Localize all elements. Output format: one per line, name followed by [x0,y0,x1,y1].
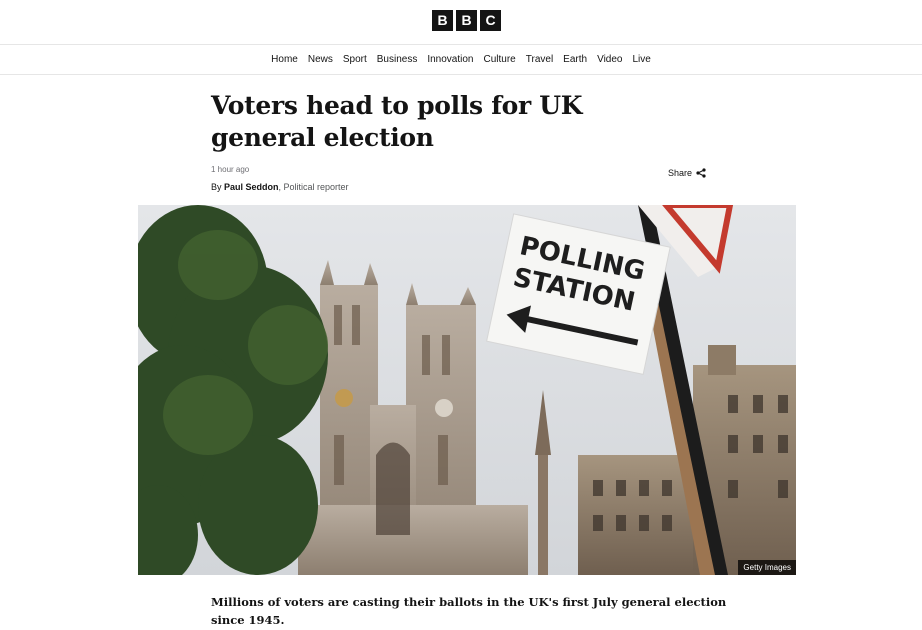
nav-item-video[interactable]: Video [596,54,623,65]
image-credit: Getty Images [738,560,796,575]
share-button[interactable]: Share [668,168,706,178]
nav-item-culture[interactable]: Culture [483,54,517,65]
article-timestamp: 1 hour ago [211,165,250,174]
nav-item-news[interactable]: News [307,54,334,65]
logo-letter-c: C [480,10,501,31]
nav-item-earth[interactable]: Earth [562,54,588,65]
nav-item-sport[interactable]: Sport [342,54,368,65]
nav-item-innovation[interactable]: Innovation [426,54,474,65]
bbc-logo[interactable]: B B C [432,10,501,31]
article-summary: Millions of voters are casting their bal… [211,595,727,627]
author-name[interactable]: Paul Seddon [224,182,279,192]
share-icon [696,168,706,178]
article-headline: Voters head to polls for UK general elec… [211,91,583,152]
byline-prefix: By [211,182,225,192]
nav-item-live[interactable]: Live [631,54,651,65]
polling-station-photo: POLLING STATION [138,205,796,575]
nav-item-travel[interactable]: Travel [525,54,554,65]
logo-letter-b1: B [432,10,453,31]
author-role: , Political reporter [278,182,349,192]
logo-letter-b2: B [456,10,477,31]
hero-image: POLLING STATION Getty Images [138,205,796,575]
masthead: B B C [0,0,922,45]
nav-item-home[interactable]: Home [270,54,299,65]
nav-item-business[interactable]: Business [376,54,419,65]
share-label: Share [668,168,693,178]
article-byline: By Paul Seddon, Political reporter [211,182,349,192]
main-nav: Home News Sport Business Innovation Cult… [0,45,922,75]
